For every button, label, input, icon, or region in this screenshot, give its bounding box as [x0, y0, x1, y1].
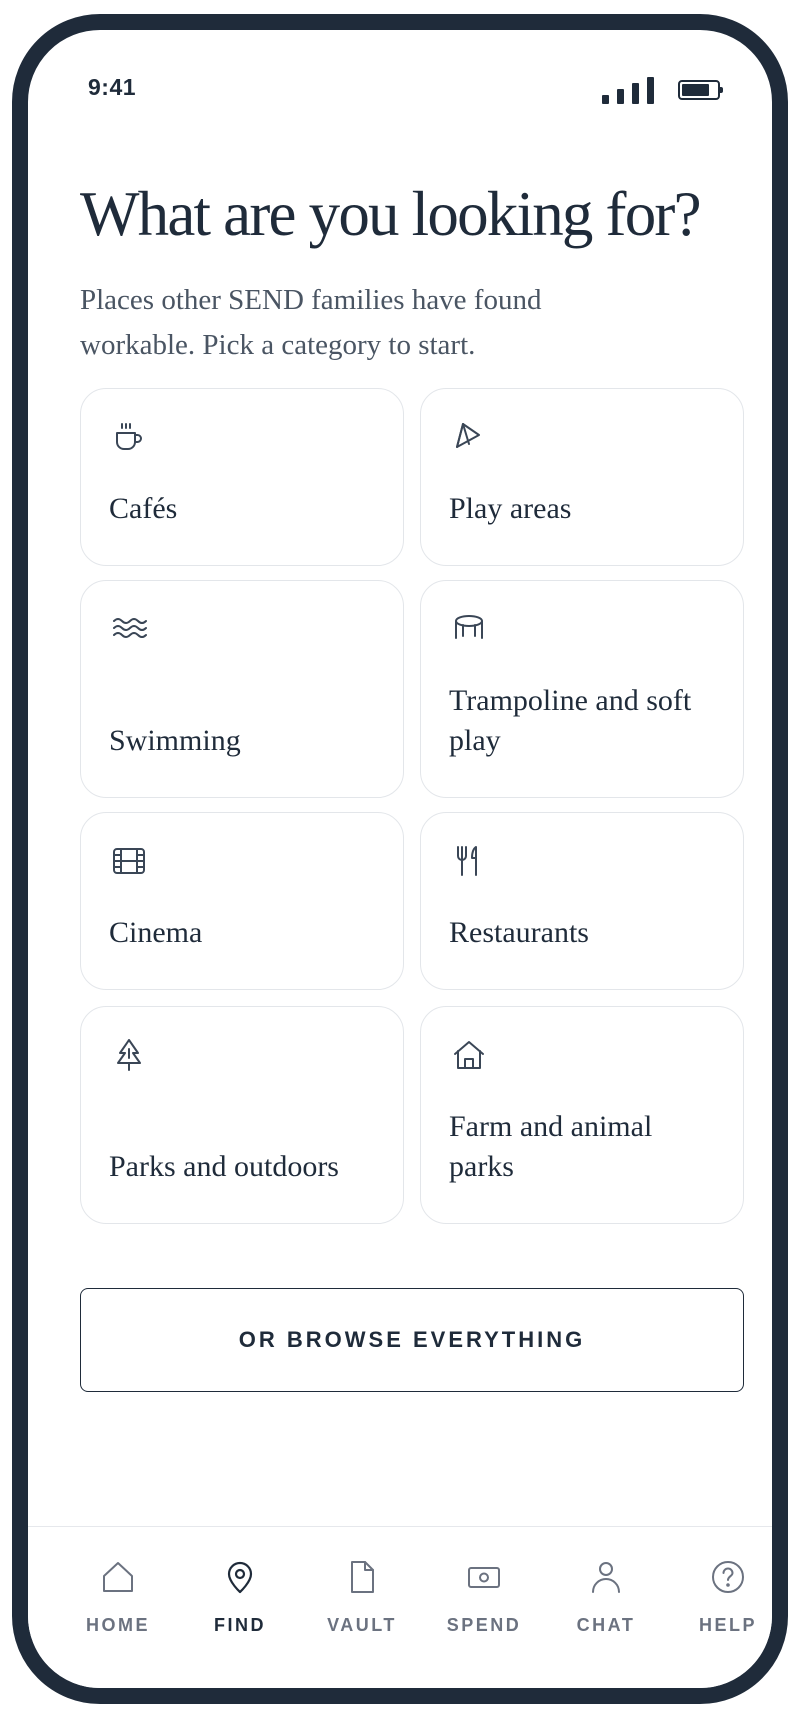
tab-vault[interactable]: VAULT [307, 1527, 417, 1657]
tab-label: FIND [214, 1615, 266, 1635]
category-card-restaurants[interactable]: Restaurants [420, 812, 744, 990]
phone-frame: 9:41 What are you looking for? Places ot… [12, 14, 788, 1704]
home-icon [100, 1559, 136, 1595]
coffee-cup-icon [111, 419, 147, 455]
category-card-play-areas[interactable]: Play areas [420, 388, 744, 566]
money-icon [466, 1559, 502, 1595]
document-icon [344, 1559, 380, 1595]
category-label: Swimming [109, 724, 241, 757]
category-label: Restaurants [449, 916, 589, 949]
category-label: Cafés [109, 492, 178, 525]
battery-icon [678, 80, 723, 100]
browse-everything-button[interactable]: OR BROWSE EVERYTHING [80, 1288, 744, 1392]
category-label: Play areas [449, 492, 572, 525]
tree-icon [111, 1037, 147, 1073]
tab-home[interactable]: HOME [63, 1527, 173, 1657]
bottom-tab-bar: HOME FIND VAULT SPEND CHAT HELP [28, 1526, 772, 1688]
category-card-trampoline[interactable]: Trampoline and soft play [420, 580, 744, 798]
map-pin-icon [222, 1559, 258, 1595]
tab-help[interactable]: HELP [673, 1527, 772, 1657]
category-card-farm[interactable]: Farm and animal parks [420, 1006, 744, 1224]
tab-find[interactable]: FIND [185, 1527, 295, 1657]
tab-label: SPEND [446, 1615, 522, 1635]
house-icon [451, 1037, 487, 1073]
kite-icon [451, 419, 487, 455]
category-label: Parks and outdoors [109, 1150, 339, 1183]
category-card-cafes[interactable]: Cafés [80, 388, 404, 566]
category-card-swimming[interactable]: Swimming [80, 580, 404, 798]
waves-icon [111, 611, 147, 647]
film-icon [111, 843, 147, 879]
person-icon [588, 1559, 624, 1595]
page-title: What are you looking for? [80, 179, 702, 249]
category-label: Farm and animal parks [449, 1110, 653, 1183]
tab-label: HELP [698, 1615, 757, 1635]
category-card-parks[interactable]: Parks and outdoors [80, 1006, 404, 1224]
tab-chat[interactable]: CHAT [551, 1527, 661, 1657]
tab-spend[interactable]: SPEND [429, 1527, 539, 1657]
tab-label: HOME [86, 1615, 150, 1635]
category-label: Cinema [109, 916, 203, 949]
signal-icon [602, 74, 660, 104]
page-subtitle: Places other SEND families have found wo… [80, 284, 542, 361]
help-circle-icon [710, 1559, 746, 1595]
trampoline-icon [451, 611, 487, 647]
category-card-cinema[interactable]: Cinema [80, 812, 404, 990]
tab-label: CHAT [576, 1615, 636, 1635]
status-time: 9:41 [88, 74, 137, 100]
category-label: Trampoline and soft play [449, 684, 692, 757]
fork-knife-icon [451, 843, 487, 879]
tab-label: VAULT [327, 1615, 397, 1635]
